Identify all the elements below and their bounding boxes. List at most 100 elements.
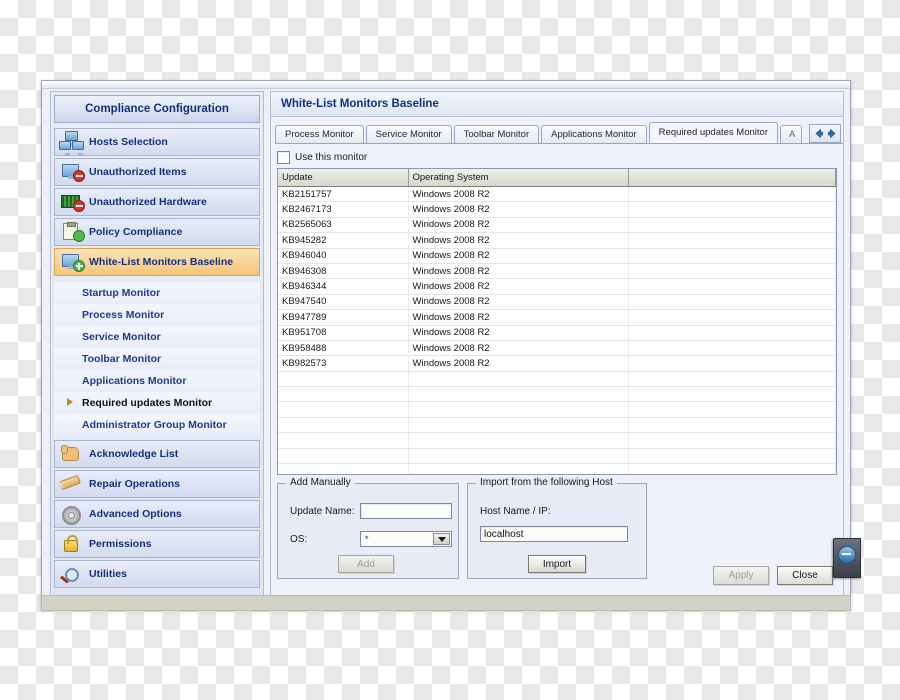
sidebar-item-label: Advanced Options (89, 508, 182, 520)
sidebar-item-label: Hosts Selection (89, 136, 168, 148)
tab-required-updates-monitor[interactable]: Required updates Monitor (648, 122, 778, 143)
table-cell (628, 248, 836, 264)
table-cell: Windows 2008 R2 (408, 355, 629, 372)
table-cell (278, 386, 409, 403)
table-row[interactable]: KB945282 Windows 2008 R2 (278, 232, 836, 249)
sidebar-item-utilities[interactable]: Utilities (54, 560, 260, 588)
sidebar-item-label: White-List Monitors Baseline (89, 256, 234, 268)
sidebar-item-policy-compliance[interactable]: Policy Compliance (54, 218, 260, 246)
table-row[interactable]: KB947789 Windows 2008 R2 (278, 309, 836, 326)
table-cell (278, 463, 409, 474)
table-cell (628, 448, 836, 465)
os-dropdown[interactable]: * (360, 531, 452, 547)
chevron-down-icon[interactable] (433, 533, 450, 545)
sidebar-subitem-service-monitor[interactable]: Service Monitor (54, 326, 260, 348)
table-row[interactable]: KB2467173 Windows 2008 R2 (278, 201, 836, 218)
table-row-empty[interactable] (278, 401, 836, 418)
lock-icon (59, 534, 85, 554)
table-row[interactable]: KB2151757 Windows 2008 R2 (278, 186, 836, 203)
edge-flyout-widget[interactable] (833, 538, 861, 578)
sidebar-subitem-administrator-group-monitor[interactable]: Administrator Group Monitor (54, 414, 260, 436)
sidebar-subitem-label: Process Monitor (82, 309, 165, 321)
import-button[interactable]: Import (528, 555, 586, 573)
table-row[interactable]: KB947540 Windows 2008 R2 (278, 294, 836, 311)
use-this-monitor-row[interactable]: Use this monitor (277, 148, 843, 166)
apply-button[interactable]: Apply (713, 566, 769, 585)
column-header-update[interactable]: Update (278, 169, 409, 187)
table-row-empty[interactable] (278, 417, 836, 434)
sidebar-item-unauthorized-hardware[interactable]: Unauthorized Hardware (54, 188, 260, 216)
scroll-tabs-right-icon[interactable] (825, 126, 839, 141)
sidebar-subitem-toolbar-monitor[interactable]: Toolbar Monitor (54, 348, 260, 370)
add-button[interactable]: Add (338, 555, 394, 573)
sidebar-item-repair-operations[interactable]: Repair Operations (54, 470, 260, 498)
sidebar-item-acknowledge-list[interactable]: Acknowledge List (54, 440, 260, 468)
update-name-input[interactable] (360, 503, 452, 519)
table-row[interactable]: KB946040 Windows 2008 R2 (278, 248, 836, 264)
add-manually-legend: Add Manually (286, 477, 355, 488)
hardware-deny-icon (59, 192, 85, 212)
sidebar-subitem-required-updates-monitor[interactable]: Required updates Monitor (54, 392, 260, 414)
table-row[interactable]: KB946344 Windows 2008 R2 (278, 278, 836, 295)
table-cell (628, 432, 836, 449)
tab-process-monitor[interactable]: Process Monitor (275, 125, 364, 143)
host-name-input[interactable] (480, 526, 628, 542)
table-cell (628, 309, 836, 326)
table-row-empty[interactable] (278, 448, 836, 465)
table-cell: Windows 2008 R2 (408, 325, 629, 341)
table-cell (628, 278, 836, 295)
sidebar-item-white-list-monitors-baseline[interactable]: White-List Monitors Baseline (54, 248, 260, 276)
use-this-monitor-checkbox[interactable] (277, 150, 290, 164)
computer-deny-icon (59, 162, 85, 182)
table-cell (408, 448, 629, 465)
table-cell: KB947540 (278, 294, 409, 311)
table-cell (628, 201, 836, 218)
tab-toolbar-monitor[interactable]: Toolbar Monitor (453, 125, 540, 143)
os-dropdown-value: * (365, 534, 369, 544)
tab-service-monitor[interactable]: Service Monitor (365, 125, 452, 143)
column-header-blank[interactable] (628, 169, 836, 187)
table-cell: Windows 2008 R2 (408, 340, 629, 357)
hand-icon (59, 444, 85, 464)
table-row[interactable]: KB2565063 Windows 2008 R2 (278, 217, 836, 234)
table-cell (628, 371, 836, 388)
table-cell: KB2151757 (278, 186, 409, 203)
table-cell (628, 294, 836, 311)
sidebar-item-hosts-selection[interactable]: Hosts Selection (54, 128, 260, 156)
sidebar-subitem-startup-monitor[interactable]: Startup Monitor (54, 282, 260, 304)
close-button[interactable]: Close (777, 566, 833, 585)
table-cell: Windows 2008 R2 (408, 263, 629, 280)
sidebar-subitem-label: Required updates Monitor (82, 397, 213, 409)
table-cell: KB947789 (278, 309, 409, 326)
tab-administrator-group-monitor[interactable]: A (780, 125, 803, 143)
table-row-empty[interactable] (278, 432, 836, 449)
tab-applications-monitor[interactable]: Applications Monitor (541, 125, 647, 143)
table-row-empty[interactable] (278, 371, 836, 388)
table-row-empty[interactable] (278, 386, 836, 403)
updates-table-container[interactable]: Update Operating System KB2151757 Windows… (277, 168, 837, 475)
table-row[interactable]: KB951708 Windows 2008 R2 (278, 325, 836, 341)
table-row[interactable]: KB958488 Windows 2008 R2 (278, 340, 836, 357)
window-top-strip (42, 81, 850, 89)
column-header-operating-system[interactable]: Operating System (408, 169, 629, 187)
table-cell (278, 371, 409, 388)
sidebar-item-label: Policy Compliance (89, 226, 183, 238)
table-row[interactable]: KB982573 Windows 2008 R2 (278, 355, 836, 372)
table-cell (408, 401, 629, 418)
sidebar-subitem-process-monitor[interactable]: Process Monitor (54, 304, 260, 326)
sidebar-item-advanced-options[interactable]: Advanced Options (54, 500, 260, 528)
sidebar-item-unauthorized-items[interactable]: Unauthorized Items (54, 158, 260, 186)
sidebar-subitem-applications-monitor[interactable]: Applications Monitor (54, 370, 260, 392)
hosts-network-icon (59, 131, 85, 156)
table-cell (278, 417, 409, 434)
sidebar-item-permissions[interactable]: Permissions (54, 530, 260, 558)
table-cell: KB946308 (278, 263, 409, 280)
table-row[interactable]: KB946308 Windows 2008 R2 (278, 263, 836, 280)
table-cell: Windows 2008 R2 (408, 278, 629, 295)
table-cell (628, 355, 836, 372)
table-row-empty[interactable] (278, 463, 836, 474)
scroll-tabs-left-icon[interactable] (811, 126, 825, 141)
import-host-group: Import from the following Host Host Name… (467, 477, 647, 579)
application-window: Compliance Configuration Hosts Selection… (41, 80, 851, 610)
table-cell (628, 386, 836, 403)
